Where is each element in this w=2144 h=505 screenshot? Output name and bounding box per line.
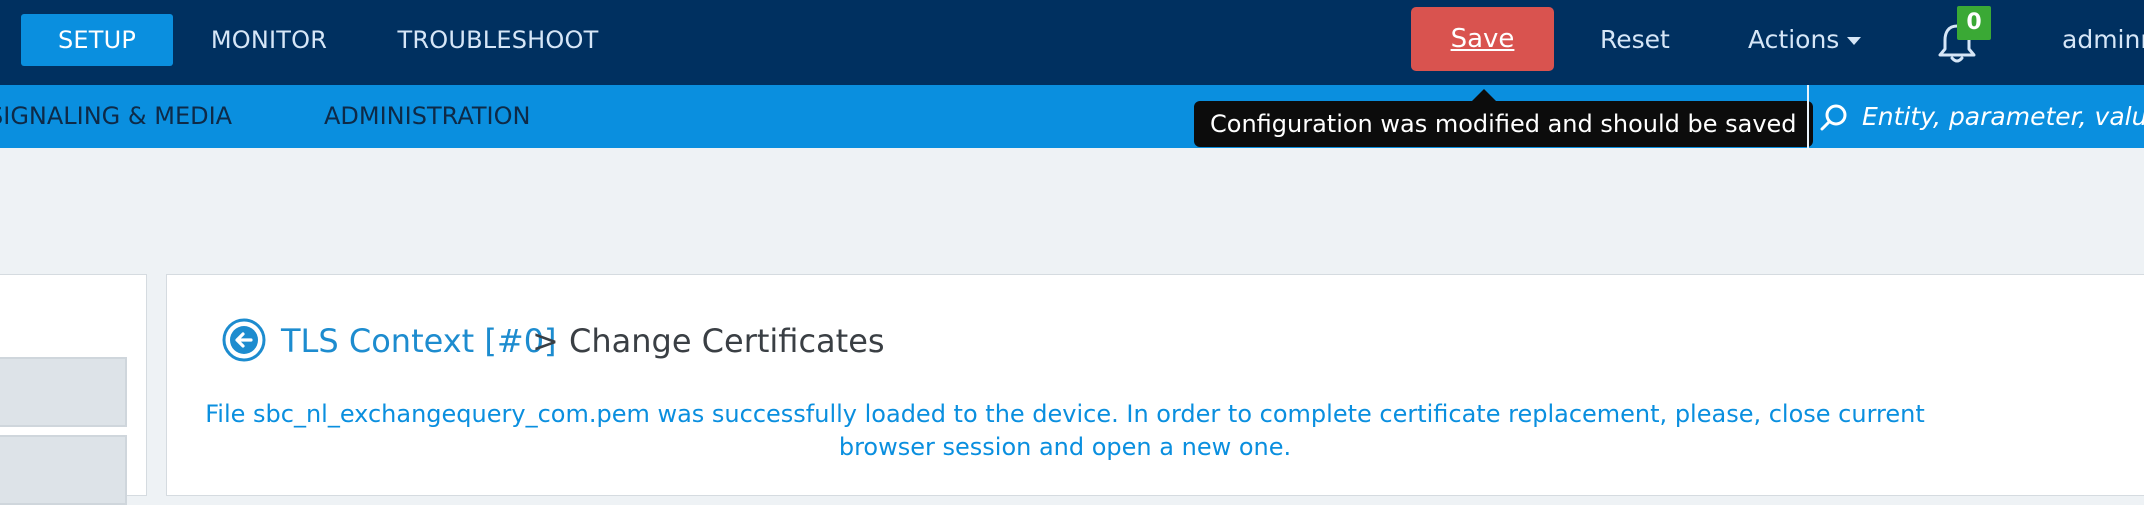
search-divider — [1807, 85, 1809, 148]
actions-label: Actions — [1748, 25, 1840, 54]
left-nav-panel — [0, 274, 147, 505]
actions-menu[interactable]: Actions — [1748, 14, 1862, 66]
notification-badge: 0 — [1957, 6, 1991, 40]
left-nav-item[interactable] — [0, 435, 127, 505]
search-input[interactable] — [1862, 85, 2144, 148]
tab-signaling-media[interactable]: SIGNALING & MEDIA — [0, 85, 232, 148]
status-message: File sbc_nl_exchangequery_com.pem was su… — [205, 400, 1925, 461]
tab-administration[interactable]: ADMINISTRATION — [324, 85, 530, 148]
left-nav-item[interactable] — [0, 357, 127, 427]
save-button[interactable]: Save — [1411, 7, 1554, 71]
tab-monitor[interactable]: MONITOR — [193, 14, 345, 66]
breadcrumb-parent-link[interactable]: TLS Context [#0] — [281, 319, 557, 363]
search-icon[interactable] — [1818, 102, 1850, 134]
top-nav-bar: SETUP MONITOR TROUBLESHOOT Save Reset Ac… — [0, 0, 2144, 85]
user-menu[interactable]: adminn — [2062, 14, 2144, 66]
back-arrow-icon[interactable] — [221, 317, 267, 363]
tab-setup[interactable]: SETUP — [21, 14, 173, 66]
reset-button[interactable]: Reset — [1600, 14, 1670, 66]
caret-down-icon — [1847, 37, 1862, 45]
tab-troubleshoot[interactable]: TROUBLESHOOT — [386, 14, 610, 66]
tooltip-arrow — [1472, 89, 1496, 101]
page-title: > Change Certificates — [532, 322, 885, 360]
save-tooltip: Configuration was modified and should be… — [1194, 101, 1813, 147]
